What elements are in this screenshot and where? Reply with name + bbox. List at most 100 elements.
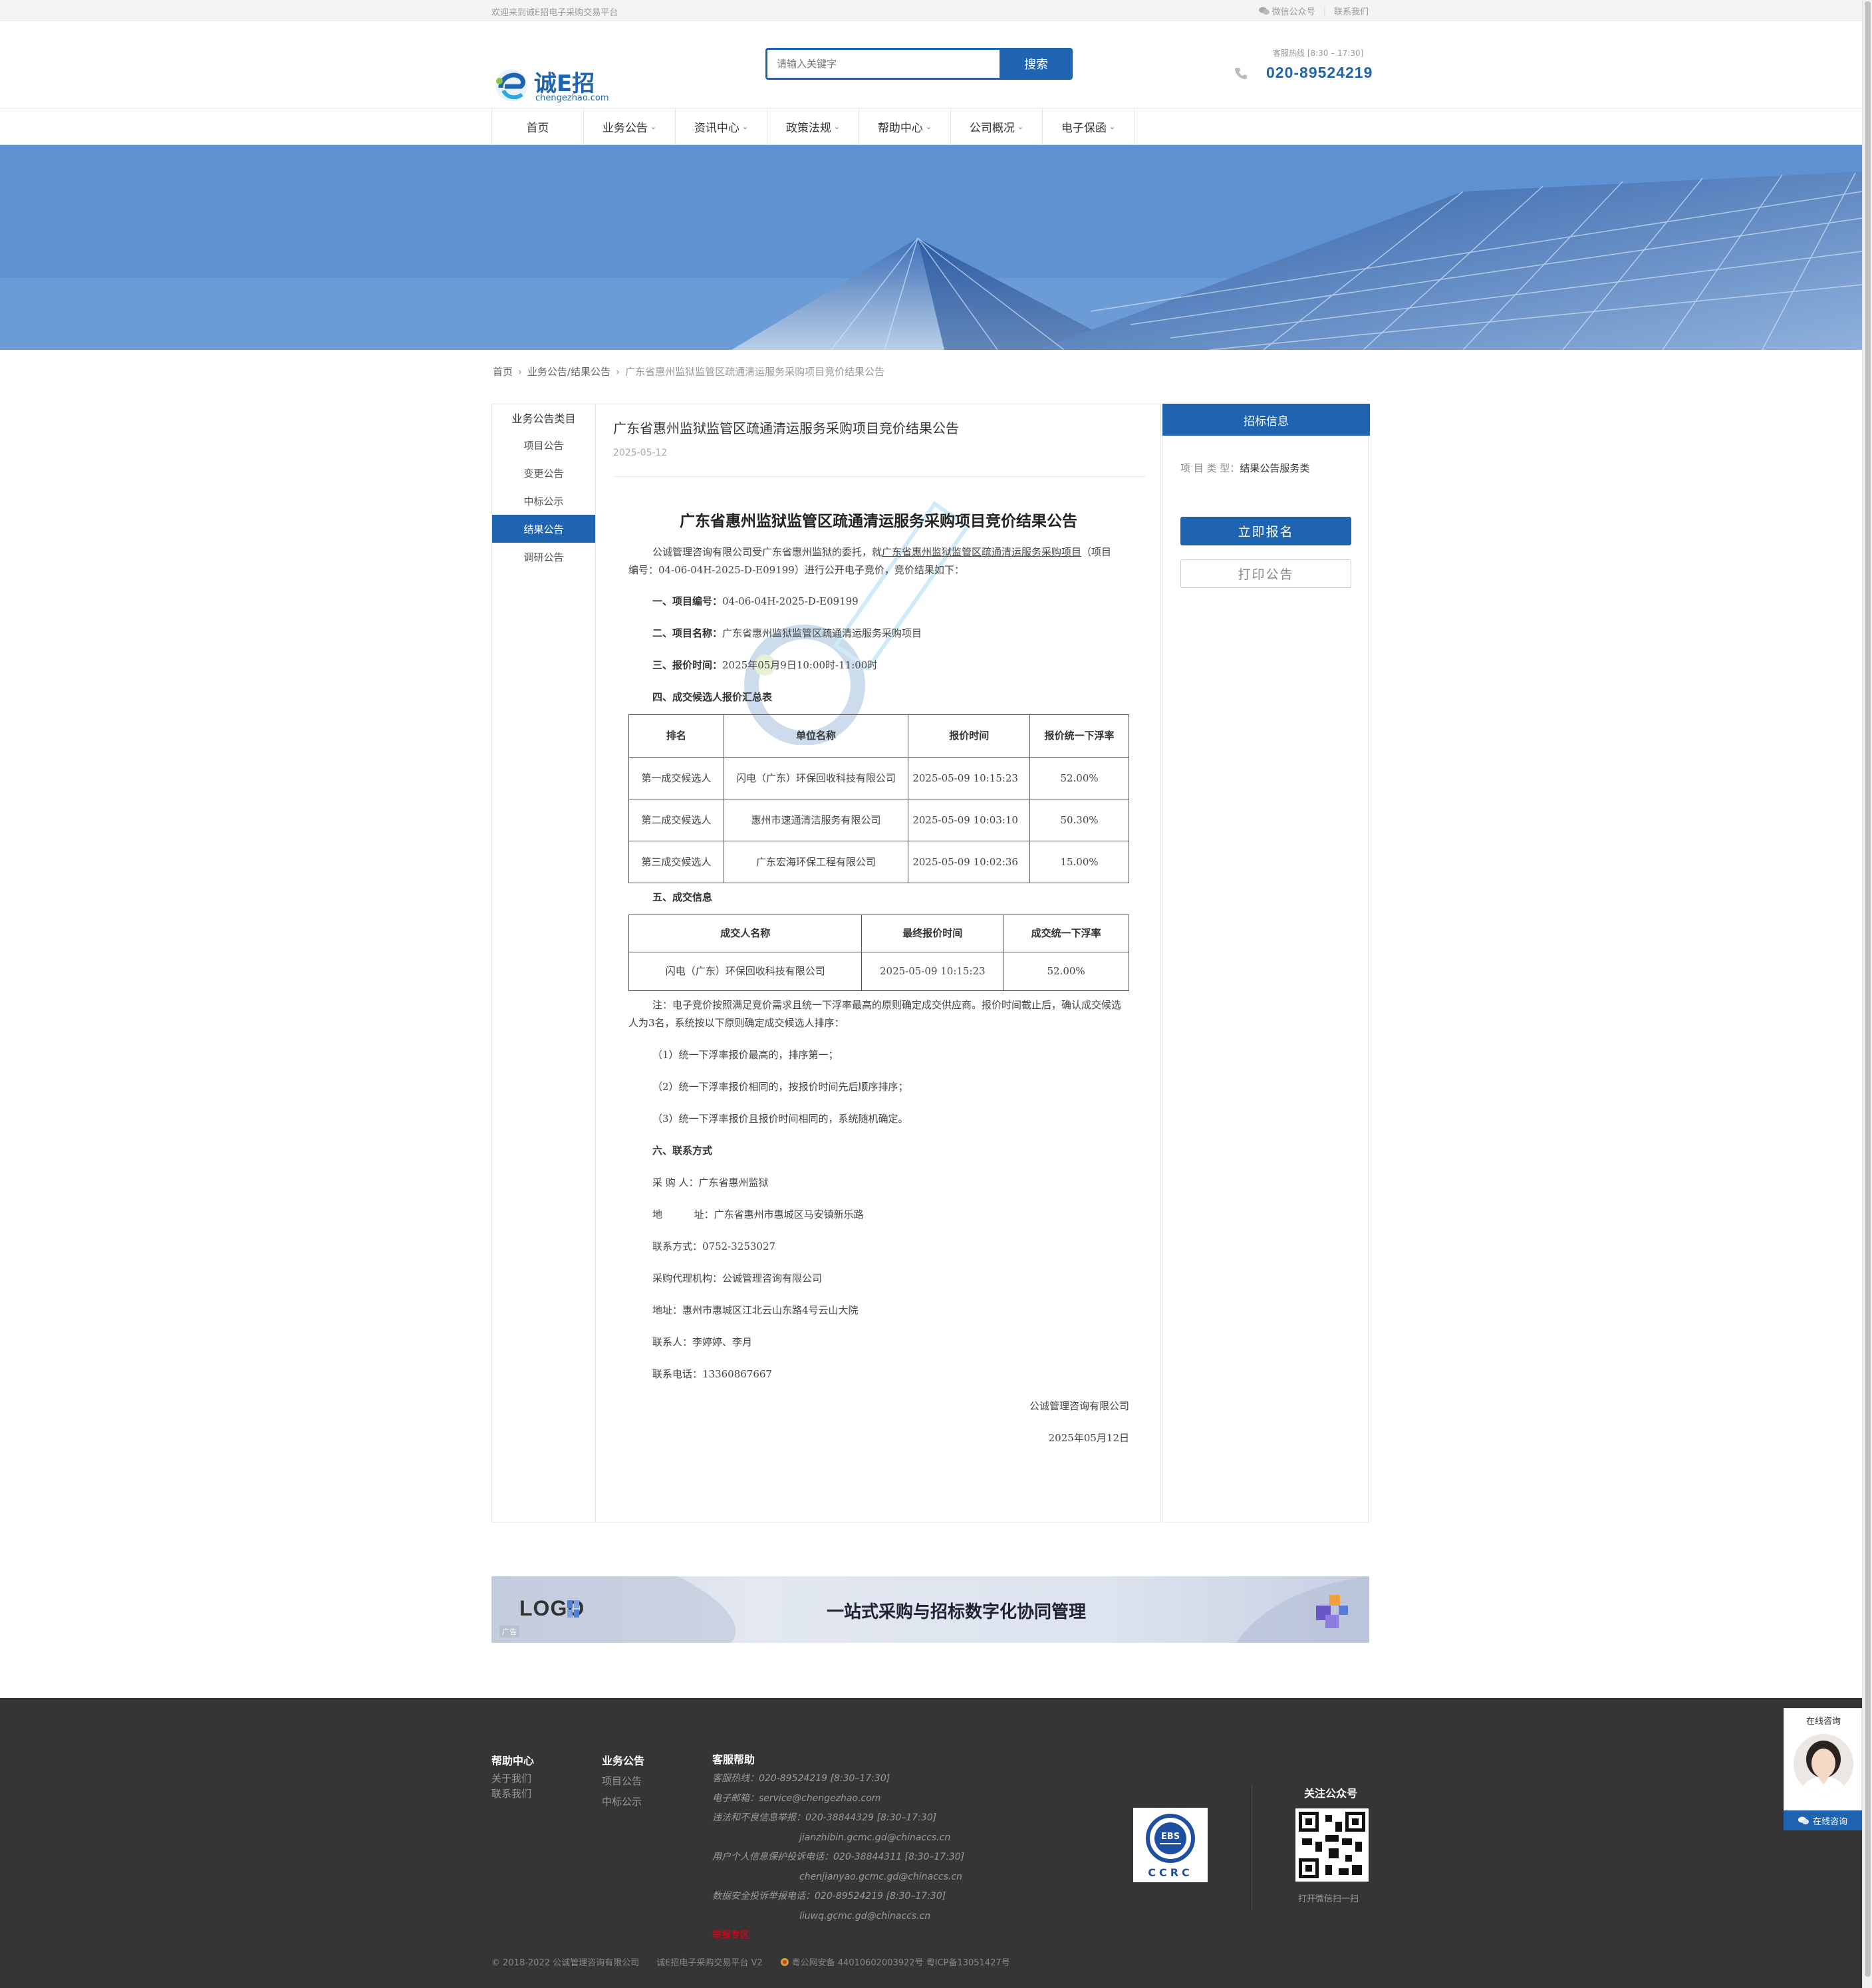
- service-line: chenjianyao.gcmc.gd@chinaccs.cn: [799, 1871, 962, 1882]
- footer-help: 帮助中心 关于我们 联系我们: [491, 1753, 534, 1802]
- building-illustration: [0, 145, 1862, 350]
- nav-label: 首页: [526, 122, 549, 135]
- section-6: 六、联系方式: [652, 1142, 712, 1160]
- table-cell: 惠州市速通清洁服务有限公司: [723, 799, 909, 841]
- contact-link[interactable]: 联系我们: [1334, 5, 1369, 17]
- sidebar-item-award[interactable]: 中标公示: [492, 487, 595, 515]
- ccrc-text: CCRC: [1148, 1866, 1193, 1879]
- section-2: 二、项目名称：广东省惠州监狱监管区疏通清运服务采购项目: [652, 625, 922, 642]
- consult-button[interactable]: 在线咨询: [1784, 1810, 1862, 1830]
- footer-help-title: 帮助中心: [491, 1755, 535, 1767]
- sidebar-item-result[interactable]: 结果公告: [492, 515, 595, 543]
- search-input[interactable]: [765, 48, 1000, 80]
- sidebar-item-project[interactable]: 项目公告: [492, 431, 595, 459]
- icp-record[interactable]: 粤公网安备 44010602003922号 粤ICP备13051427号: [780, 1955, 1010, 1968]
- table-header: 最终报价时间: [861, 915, 1004, 952]
- online-consult-widget[interactable]: 在线咨询 在线咨询: [1784, 1708, 1862, 1830]
- section-label: 六、联系方式: [652, 1145, 713, 1157]
- nav-help[interactable]: 帮助中心 ⌄: [859, 108, 951, 145]
- service-line: jianzhibin.gcmc.gd@chinaccs.cn: [799, 1832, 951, 1843]
- table-cell: 50.30%: [1029, 799, 1129, 841]
- footer-service: 客服帮助 客服热线：020-89524219 [8:30–17:30] 电子邮箱…: [712, 1751, 964, 1946]
- article-title: 广东省惠州监狱监管区疏通清运服务采购项目竞价结果公告: [613, 420, 959, 436]
- nav-guarantee[interactable]: 电子保函 ⌄: [1043, 108, 1135, 145]
- section-value: 广东省惠州监狱监管区疏通清运服务采购项目: [722, 627, 922, 639]
- main-nav: 首页 业务公告 ⌄ 资讯中心 ⌄ 政策法规 ⌄ 帮助中心 ⌄ 公司概况 ⌄ 电子保函 ⌄: [0, 108, 1862, 145]
- section-3: 三、报价时间：2025年05月9日10:00时-11:00时: [652, 656, 877, 674]
- ad-banner[interactable]: LOGO 一站式采购与招标数字化协同管理 广告: [491, 1576, 1369, 1643]
- chevron-down-icon: ⌄: [833, 122, 841, 131]
- page-scrollbar[interactable]: [1862, 0, 1872, 1988]
- report-zone-link[interactable]: 举报专区: [712, 1926, 964, 1946]
- chevron-right-icon: ›: [518, 365, 523, 378]
- nav-company[interactable]: 公司概况 ⌄: [951, 108, 1043, 145]
- ccrc-badge[interactable]: EBS CCRC: [1133, 1808, 1208, 1882]
- chevron-down-icon: ⌄: [1017, 122, 1024, 131]
- scrollbar-thumb[interactable]: [1865, 1, 1871, 1977]
- platform-version: 诚E招电子采购交易平台 V2: [656, 1958, 763, 1968]
- signup-button[interactable]: 立即报名: [1180, 517, 1351, 545]
- footer-link[interactable]: 中标公示: [602, 1792, 644, 1812]
- table-cell: 2025-05-09 10:15:23: [861, 952, 1004, 991]
- icp-text: 粤公网安备 44010602003922号 粤ICP备13051427号: [791, 1958, 1010, 1968]
- signer: 公诚管理咨询有限公司: [1029, 1400, 1129, 1412]
- table-cell: 闪电（广东）环保回收科技有限公司: [628, 952, 863, 991]
- sign-date: 2025年05月12日: [1048, 1432, 1129, 1444]
- agent-avatar-icon: [1794, 1734, 1853, 1794]
- service-line: 用户个人信息保护投诉电话：020-38844311 [8:30–17:30]: [712, 1852, 965, 1862]
- table-header: 成交人名称: [628, 915, 863, 952]
- ad-slogan: 一站式采购与招标数字化协同管理: [827, 1602, 1087, 1622]
- divider: |: [1323, 6, 1326, 16]
- sidebar-title: 业务公告类目: [511, 412, 576, 425]
- breadcrumb-category[interactable]: 业务公告/结果公告: [527, 364, 610, 378]
- wechat-icon: [1258, 7, 1270, 15]
- nav-label: 电子保函: [1061, 122, 1107, 135]
- service-line: 电子邮箱：service@chengezhao.com: [712, 1792, 881, 1804]
- table-header: 报价时间: [908, 714, 1031, 758]
- search-button[interactable]: 搜索: [1000, 48, 1073, 80]
- nav-news[interactable]: 资讯中心 ⌄: [676, 108, 767, 145]
- breadcrumb: 首页 › 业务公告/结果公告 › 广东省惠州监狱监管区疏通清运服务采购项目竞价结…: [493, 364, 884, 378]
- section-label: 四、成交候选人报价汇总表: [652, 691, 773, 703]
- note-paragraph: 注：电子竞价按照满足竞价需求且统一下浮率最高的原则确定成交供应商。报价时间截止后…: [628, 996, 1124, 1032]
- section-value: 2025年05月9日10:00时-11:00时: [722, 659, 878, 671]
- buyer-address: 地 址：广东省惠州市惠城区马安镇新乐路: [652, 1208, 864, 1220]
- buyer-name: 采 购 人：广东省惠州监狱: [652, 1177, 769, 1189]
- footer-service-title: 客服帮助: [712, 1753, 755, 1766]
- wechat-icon: [1798, 1816, 1809, 1824]
- nav-label: 资讯中心: [694, 122, 739, 135]
- nav-business[interactable]: 业务公告 ⌄: [584, 108, 676, 145]
- table-cell: 闪电（广东）环保回收科技有限公司: [723, 757, 909, 799]
- table-cell: 52.00%: [1029, 757, 1129, 799]
- section-label: 三、报价时间：: [652, 659, 723, 671]
- avatar: [1794, 1734, 1853, 1794]
- sidebar-item-change[interactable]: 变更公告: [492, 459, 595, 487]
- copyright-text: © 2018-2022 公诚管理咨询有限公司: [491, 1958, 640, 1968]
- project-type: 项 目 类 型：结果公告服务类: [1180, 461, 1309, 475]
- section-label: 二、项目名称：: [652, 627, 723, 639]
- rule-1: （1）统一下浮率报价最高的，排序第一；: [652, 1049, 839, 1061]
- nav-policy[interactable]: 政策法规 ⌄: [767, 108, 859, 145]
- footer-link[interactable]: 关于我们: [491, 1771, 534, 1786]
- agent-name: 采购代理机构：公诚管理咨询有限公司: [652, 1272, 823, 1284]
- category-sidebar: 业务公告类目 项目公告 变更公告 中标公示 结果公告 调研公告: [491, 404, 596, 1522]
- footer-link[interactable]: 联系我们: [491, 1786, 534, 1802]
- project-link[interactable]: 广东省惠州监狱监管区疏通清运服务: [882, 546, 1041, 558]
- nav-label: 帮助中心: [877, 122, 923, 135]
- sidebar-item-survey[interactable]: 调研公告: [492, 543, 595, 571]
- service-line: liuwq.gcmc.gd@chinaccs.cn: [799, 1910, 931, 1921]
- section-label: 五、成交信息: [652, 891, 713, 903]
- wechat-link[interactable]: 微信公众号: [1258, 5, 1315, 17]
- ad-tag: 广告: [499, 1626, 519, 1637]
- chevron-down-icon: ⌄: [741, 122, 749, 131]
- buyer-phone: 联系方式：0752-3253027: [652, 1240, 776, 1252]
- breadcrumb-home[interactable]: 首页: [493, 364, 513, 378]
- print-button[interactable]: 打印公告: [1180, 559, 1351, 588]
- site-logo[interactable]: 诚E招 chengezhao.com: [491, 65, 611, 105]
- project-link-cont[interactable]: 采购项目: [1041, 546, 1081, 558]
- article-date: 2025-05-12: [613, 448, 668, 458]
- chevron-right-icon: ›: [616, 365, 620, 378]
- ad-logo-mark: [567, 1600, 579, 1618]
- footer-link[interactable]: 项目公告: [602, 1771, 644, 1792]
- nav-home[interactable]: 首页: [492, 108, 584, 145]
